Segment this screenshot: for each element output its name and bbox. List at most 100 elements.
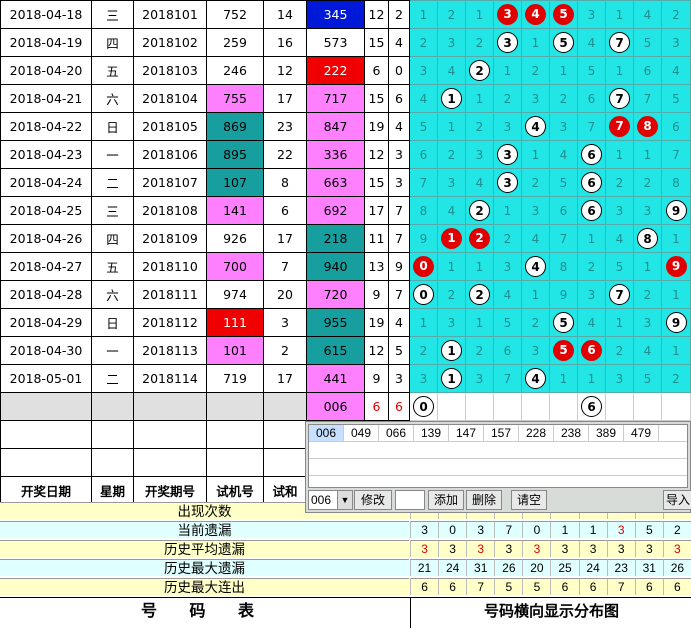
odd-cell: 3 bbox=[388, 364, 410, 393]
grid-cell: 6 bbox=[577, 84, 606, 113]
kaijiang-cell: 717 bbox=[306, 84, 365, 113]
issue-cell: 2018107 bbox=[133, 168, 207, 197]
issue-cell: 2018114 bbox=[133, 364, 207, 393]
grid-cell: 8 bbox=[409, 196, 438, 225]
issue-cell: 2018103 bbox=[133, 56, 207, 85]
table-row[interactable]: 2018-04-23 一 2018106 895 22 336 12 3 6 2 3 3 1 4 6 1 1 7 bbox=[0, 140, 691, 169]
clear-button[interactable]: 请空 bbox=[511, 490, 547, 510]
blank-cell bbox=[133, 392, 207, 421]
stat-value: 3 bbox=[662, 540, 691, 557]
span-cell: 11 bbox=[364, 224, 389, 253]
grid-cell: 4 bbox=[437, 196, 466, 225]
header-date[interactable]: 开奖日期 bbox=[0, 476, 92, 505]
number-list[interactable]: 006 049 066 139 147 157 228 238 389 479 bbox=[308, 424, 688, 488]
table-row[interactable]: 2018-04-22 日 2018105 869 23 847 19 4 5 1 2 3 4 3 7 7 8 6 bbox=[0, 112, 691, 141]
table-row[interactable]: 2018-04-18 三 2018101 752 14 345 12 2 1 2 1 3 4 5 3 1 4 2 bbox=[0, 0, 691, 29]
grid-cell: 4 bbox=[409, 84, 438, 113]
trial-cell: 700 bbox=[206, 252, 264, 281]
header-issue[interactable]: 开奖期号 bbox=[133, 476, 207, 505]
span-cell: 15 bbox=[364, 84, 389, 113]
import-button[interactable]: 导入 bbox=[663, 490, 691, 510]
kaijiang-cell: 615 bbox=[306, 336, 365, 365]
odd-cell: 7 bbox=[388, 280, 410, 309]
stat-value: 3 bbox=[606, 540, 635, 557]
ball: 9 bbox=[665, 312, 687, 333]
sum-cell: 14 bbox=[263, 0, 307, 29]
stat-value: 26 bbox=[494, 559, 523, 576]
grid-cell: 4 bbox=[633, 336, 662, 365]
stat-value: 25 bbox=[550, 559, 579, 576]
number-list-item[interactable]: 066 bbox=[379, 425, 414, 441]
header-trial[interactable]: 试机号 bbox=[206, 476, 264, 505]
number-list-item[interactable]: 479 bbox=[624, 425, 659, 441]
stat-value: 31 bbox=[634, 559, 663, 576]
grid-cell: 3 bbox=[521, 84, 550, 113]
header-weekday[interactable]: 星期 bbox=[91, 476, 134, 505]
grid-cell: 1 bbox=[493, 56, 522, 85]
table-row[interactable]: 2018-04-21 六 2018104 755 17 717 15 6 4 1 1 2 3 2 6 7 7 5 bbox=[0, 84, 691, 113]
grid-cell: 7 bbox=[661, 140, 691, 169]
stat-value: 5 bbox=[522, 578, 551, 595]
kaijiang-cell: 336 bbox=[306, 140, 365, 169]
grid-cell: 6 bbox=[577, 140, 606, 169]
table-row[interactable]: 2018-04-19 四 2018102 259 16 573 15 4 2 3 2 3 1 5 4 7 5 3 bbox=[0, 28, 691, 57]
grid-cell: 9 bbox=[661, 252, 691, 281]
ball: 4 bbox=[525, 116, 546, 137]
table-row[interactable]: 2018-04-30 一 2018113 101 2 615 12 5 2 1 2 6 3 5 6 2 4 1 bbox=[0, 336, 691, 365]
stat-value: 3 bbox=[466, 521, 495, 538]
table-row[interactable]: 2018-04-24 二 2018107 107 8 663 15 3 7 3 4 3 2 5 6 2 2 8 bbox=[0, 168, 691, 197]
grid-cell: 3 bbox=[633, 196, 662, 225]
trial-cell: 895 bbox=[206, 140, 264, 169]
grid-cell: 3 bbox=[493, 252, 522, 281]
prediction-row[interactable]: 006 6 6 0 6 bbox=[0, 392, 691, 421]
number-list-item[interactable]: 238 bbox=[554, 425, 589, 441]
grid-cell: 7 bbox=[577, 112, 606, 141]
table-row[interactable]: 2018-05-01 二 2018114 719 17 441 9 3 3 1 3 7 4 1 1 3 5 2 bbox=[0, 364, 691, 393]
empty-cell bbox=[263, 448, 307, 477]
number-select[interactable]: 006 ▼ bbox=[308, 490, 353, 510]
grid-cell: 1 bbox=[437, 84, 466, 113]
odd-cell: 4 bbox=[388, 112, 410, 141]
number-input[interactable] bbox=[395, 490, 425, 510]
grid-cell bbox=[521, 392, 550, 421]
header-sum[interactable]: 试和 bbox=[263, 476, 307, 505]
number-list-item[interactable]: 049 bbox=[344, 425, 379, 441]
table-row[interactable]: 2018-04-20 五 2018103 246 12 222 6 0 3 4 2 1 2 1 5 1 6 4 bbox=[0, 56, 691, 85]
stat-label: 当前遗漏 bbox=[0, 521, 409, 538]
edit-button[interactable]: 修改 bbox=[354, 490, 392, 510]
stat-value: 7 bbox=[606, 578, 635, 595]
ball: 3 bbox=[497, 4, 518, 25]
table-row[interactable]: 2018-04-29 日 2018112 111 3 955 19 4 1 3 1 5 2 5 4 1 3 9 bbox=[0, 308, 691, 337]
number-list-item[interactable]: 006 bbox=[309, 425, 344, 441]
table-row[interactable]: 2018-04-26 四 2018109 926 17 218 11 7 9 1 2 2 4 7 1 4 8 1 bbox=[0, 224, 691, 253]
grid-cell: 2 bbox=[437, 140, 466, 169]
weekday-cell: 五 bbox=[91, 252, 134, 281]
number-list-item[interactable]: 147 bbox=[449, 425, 484, 441]
number-list-item[interactable]: 389 bbox=[589, 425, 624, 441]
delete-button[interactable]: 删除 bbox=[466, 490, 502, 510]
number-list-item[interactable]: 139 bbox=[414, 425, 449, 441]
grid-cell: 2 bbox=[633, 280, 662, 309]
stat-value: 3 bbox=[438, 540, 467, 557]
table-row[interactable]: 2018-04-25 三 2018108 141 6 692 17 7 8 4 2 1 3 6 6 3 3 9 bbox=[0, 196, 691, 225]
grid-cell: 6 bbox=[549, 196, 578, 225]
number-list-item[interactable]: 157 bbox=[484, 425, 519, 441]
table-row[interactable]: 2018-04-28 六 2018111 974 20 720 9 7 0 2 2 4 1 9 3 7 2 1 bbox=[0, 280, 691, 309]
date-cell: 2018-04-26 bbox=[0, 224, 92, 253]
grid-cell: 3 bbox=[437, 28, 466, 57]
stat-value: 6 bbox=[410, 578, 439, 595]
weekday-cell: 四 bbox=[91, 28, 134, 57]
number-list-item[interactable]: 228 bbox=[519, 425, 554, 441]
table-row[interactable]: 2018-04-27 五 2018110 700 7 940 13 9 0 1 1 3 4 8 2 5 1 9 bbox=[0, 252, 691, 281]
grid-cell: 2 bbox=[465, 280, 494, 309]
sum-cell: 6 bbox=[263, 196, 307, 225]
ball: 5 bbox=[553, 4, 574, 25]
kaijiang-cell: 573 bbox=[306, 28, 365, 57]
chevron-down-icon[interactable]: ▼ bbox=[337, 491, 352, 509]
grid-cell: 4 bbox=[549, 140, 578, 169]
grid-cell: 3 bbox=[577, 280, 606, 309]
stat-row: 历史平均遗漏 3 3 3 3 3 3 3 3 3 3 bbox=[0, 540, 691, 557]
empty-cell bbox=[206, 420, 264, 449]
add-button[interactable]: 添加 bbox=[428, 490, 464, 510]
grid-cell: 4 bbox=[577, 308, 606, 337]
